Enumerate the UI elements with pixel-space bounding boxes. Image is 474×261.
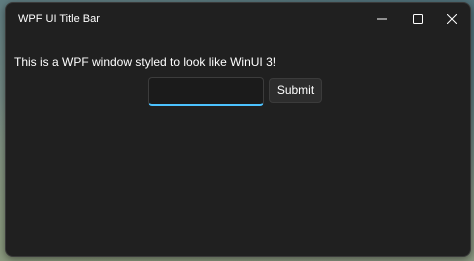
title-bar[interactable]: WPF UI Title Bar [6, 3, 470, 35]
body-text: This is a WPF window styled to look like… [14, 55, 277, 69]
maximize-icon [413, 14, 423, 24]
close-button[interactable] [434, 3, 470, 35]
minimize-icon [377, 18, 387, 20]
text-input[interactable] [148, 77, 264, 106]
maximize-button[interactable] [400, 3, 436, 35]
app-window: WPF UI Title Bar This is a WPF window st… [5, 2, 471, 257]
minimize-button[interactable] [364, 3, 400, 35]
submit-button[interactable]: Submit [269, 78, 322, 103]
close-icon [447, 14, 457, 24]
window-title: WPF UI Title Bar [18, 13, 100, 25]
